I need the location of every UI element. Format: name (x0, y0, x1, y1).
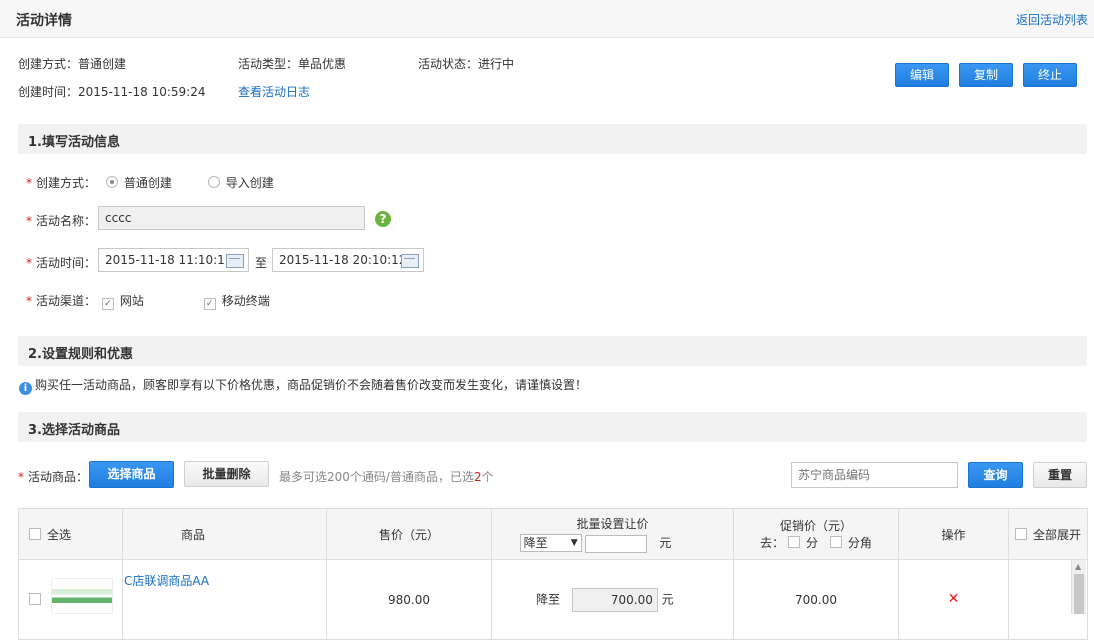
section-select-goods: 3.选择活动商品 (18, 412, 1087, 442)
page-title: 活动详情 (16, 13, 72, 29)
promo-price-header: 促销价（元） 去： 分 分角 (733, 508, 899, 560)
goods-table: 全选 商品 售价（元） 批量设置让价 降至 元 促销价（元） 去： 分 分角 操… (18, 508, 1088, 640)
checkbox-icon[interactable] (1015, 527, 1027, 540)
section-title: 1.填写活动信息 (28, 135, 120, 150)
summary-activity-status: 活动状态：进行中 (418, 57, 515, 71)
radio-normal-create[interactable]: 普通创建 (105, 176, 172, 190)
query-button[interactable]: 查询 (968, 462, 1023, 488)
check-icon: ✓ (203, 298, 216, 310)
select-goods-button[interactable]: 选择商品 (89, 461, 174, 488)
goods-name-link[interactable]: C店联调商品AA (124, 574, 209, 588)
back-to-list-link[interactable]: 返回活动列表 (1016, 11, 1088, 28)
table-scrollbar[interactable]: ▲ (1071, 560, 1086, 614)
check-icon: ✓ (101, 298, 114, 310)
channel-web-checkbox[interactable]: ✓ 网站 (101, 294, 144, 310)
section-rules: 2.设置规则和优惠 (18, 336, 1087, 366)
time-separator: 至 (255, 256, 268, 270)
table-row: C店联调商品AA 980.00 降至 700.00 元 700.00 ✕ (18, 559, 1088, 640)
batch-delete-button[interactable]: 批量删除 (184, 461, 269, 487)
end-time-input[interactable]: 2015-11-18 20:10:12 (272, 248, 424, 272)
summary-activity-type: 活动类型：单品优惠 (238, 57, 347, 71)
activity-name-label: * 活动名称： (26, 214, 97, 228)
action-cell: ✕ (898, 559, 1009, 640)
stop-button[interactable]: 终止 (1023, 63, 1077, 87)
goods-code-search-input[interactable] (791, 462, 958, 488)
price-cell: 980.00 (326, 559, 492, 640)
activity-time-label: * 活动时间： (26, 256, 97, 270)
scrollbar-thumb[interactable] (1074, 574, 1084, 614)
goods-label: * 活动商品： (18, 470, 89, 484)
expand-all-header[interactable]: 全部展开 (1008, 508, 1088, 560)
delete-icon[interactable]: ✕ (948, 591, 960, 607)
copy-button[interactable]: 复制 (959, 63, 1013, 87)
goods-thumbnail[interactable] (51, 578, 113, 614)
calendar-icon[interactable] (226, 254, 244, 268)
section-title: 3.选择活动商品 (28, 423, 120, 438)
discount-cell: 降至 700.00 元 (491, 559, 734, 640)
round-fen-checkbox[interactable] (787, 536, 800, 548)
view-log-link[interactable]: 查看活动日志 (238, 83, 310, 100)
radio-icon (207, 176, 220, 188)
promo-price-cell: 700.00 (733, 559, 899, 640)
radio-icon (105, 176, 118, 188)
batch-discount-select[interactable]: 降至 (519, 534, 582, 553)
batch-discount-header: 批量设置让价 降至 元 (491, 508, 734, 560)
row-select-cell (18, 559, 123, 640)
summary-create-method: 创建方式：普通创建 (18, 57, 127, 71)
section-activity-info: 1.填写活动信息 (18, 124, 1087, 154)
goods-name-cell: C店联调商品AA (122, 559, 327, 640)
row-checkbox[interactable] (29, 593, 41, 605)
round-fenjiao-checkbox[interactable] (829, 536, 842, 548)
batch-discount-input[interactable] (585, 534, 648, 553)
goods-limit-text: 最多可选200个通码/普通商品，已选2个 (279, 470, 494, 484)
section-title: 2.设置规则和优惠 (28, 347, 133, 362)
calendar-icon[interactable] (401, 254, 419, 268)
activity-name-input[interactable]: cccc (98, 206, 365, 230)
help-icon[interactable]: ? (375, 211, 391, 227)
info-icon: i (19, 382, 32, 395)
reset-button[interactable]: 重置 (1033, 462, 1087, 488)
edit-button[interactable]: 编辑 (895, 63, 949, 87)
channel-row: * 活动渠道： ✓ 网站 ✓ 移动终端 (26, 294, 270, 310)
discount-value-input[interactable]: 700.00 (571, 588, 658, 612)
channel-mobile-checkbox[interactable]: ✓ 移动终端 (203, 294, 270, 310)
summary-create-time: 创建时间：2015-11-18 10:59:24 (18, 85, 206, 99)
checkbox-icon[interactable] (29, 527, 41, 540)
scroll-up-icon[interactable]: ▲ (1075, 562, 1081, 571)
create-method-row: * 创建方式： 普通创建 导入创建 (26, 176, 274, 190)
rules-notice: i 购买任一活动商品，顾客即享有以下价格优惠，商品促销价不会随着售价改变而发生变化… (19, 376, 587, 395)
radio-import-create[interactable]: 导入创建 (207, 176, 274, 190)
action-header: 操作 (898, 508, 1009, 560)
goods-header: 商品 (122, 508, 327, 560)
select-all-header[interactable]: 全选 (18, 508, 123, 560)
start-time-input[interactable]: 2015-11-18 11:10:11 (98, 248, 249, 272)
page-header: 活动详情 返回活动列表 (0, 0, 1094, 38)
